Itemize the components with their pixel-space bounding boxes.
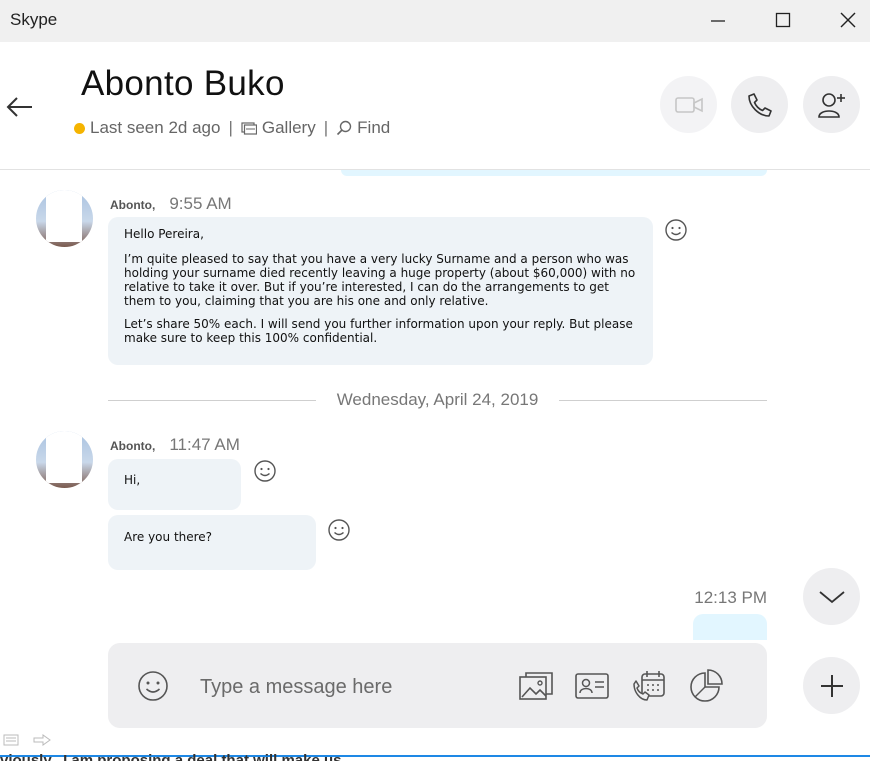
add-person-icon <box>817 92 845 118</box>
message-bubble[interactable]: Hi, <box>108 459 241 510</box>
search-icon <box>337 120 352 136</box>
find-label: Find <box>357 118 391 137</box>
overflow-text: viously.. I am proposing a deal that wil… <box>0 752 342 761</box>
bottom-left-icons <box>3 734 51 746</box>
avatar-redaction <box>46 190 82 242</box>
maximize-button[interactable] <box>768 6 798 34</box>
sender-name: Abonto, <box>110 439 156 453</box>
bottom-strip: viously.. I am proposing a deal that wil… <box>0 750 870 761</box>
back-arrow-icon <box>6 97 32 117</box>
video-camera-icon <box>674 96 703 113</box>
close-button[interactable] <box>833 6 863 34</box>
chevron-down-icon <box>818 590 845 603</box>
send-image-icon[interactable] <box>518 669 554 703</box>
message-list[interactable]: Abonto, 9:55 AM Hello Pereira, I’m quite… <box>0 170 870 640</box>
add-reaction-icon[interactable] <box>664 218 688 242</box>
contact-name[interactable]: Abonto Buko <box>81 64 285 104</box>
separator: | <box>323 118 329 137</box>
gallery-link[interactable]: Gallery <box>241 118 316 138</box>
add-people-button[interactable] <box>803 76 860 133</box>
my-message-bubble[interactable] <box>693 614 767 640</box>
audio-call-button[interactable] <box>731 76 788 133</box>
avatar[interactable] <box>36 431 93 488</box>
back-button[interactable] <box>5 92 35 122</box>
title-bar: Skype <box>0 0 870 42</box>
add-reaction-icon[interactable] <box>253 459 277 483</box>
message-bubble[interactable]: Hello Pereira, I’m quite pleased to say … <box>108 217 653 365</box>
plus-icon <box>820 674 843 697</box>
message-input[interactable] <box>198 671 492 703</box>
forward-icon[interactable] <box>33 734 51 746</box>
divider-line <box>559 400 767 401</box>
add-reaction-icon[interactable] <box>327 518 351 542</box>
minimize-icon <box>711 20 725 22</box>
message-composer <box>108 643 767 728</box>
separator: | <box>228 118 233 137</box>
away-status-icon <box>74 122 85 134</box>
message-meta: Abonto, 9:55 AM <box>110 194 232 214</box>
message-time: 11:47 AM <box>169 435 240 454</box>
date-divider: Wednesday, April 24, 2019 <box>108 389 767 413</box>
message-paragraph: Let’s share 50% each. I will send you fu… <box>124 317 633 345</box>
message-paragraph: Hello Pereira, <box>124 227 204 241</box>
poll-icon[interactable] <box>688 669 724 703</box>
avatar-redaction <box>46 431 82 483</box>
more-options-button[interactable] <box>803 657 860 714</box>
maximize-icon <box>775 12 791 28</box>
app-title: Skype <box>10 10 58 29</box>
minimize-button[interactable] <box>703 6 733 34</box>
message-bubble[interactable]: Are you there? <box>108 515 316 570</box>
message-time: 9:55 AM <box>169 194 232 213</box>
message-meta: Abonto, 11:47 AM <box>110 435 240 455</box>
send-contact-icon[interactable] <box>574 669 610 703</box>
emoji-icon[interactable] <box>136 669 170 703</box>
last-seen-text: Last seen 2d ago <box>90 118 221 137</box>
video-call-button[interactable] <box>660 76 717 133</box>
phone-icon <box>747 92 772 117</box>
message-text: Are you there? <box>124 530 213 544</box>
last-seen: Last seen 2d ago <box>74 118 220 138</box>
gallery-icon <box>241 122 257 135</box>
notes-icon[interactable] <box>3 734 19 746</box>
message-paragraph: I’m quite pleased to say that you have a… <box>124 252 636 308</box>
close-icon <box>840 12 856 28</box>
message-text: Hi, <box>124 473 141 487</box>
avatar[interactable] <box>36 190 93 247</box>
find-link[interactable]: Find <box>336 118 390 138</box>
header-subline: Last seen 2d ago | Gallery | Find <box>74 118 390 138</box>
gallery-label: Gallery <box>261 118 316 137</box>
previous-message-bubble <box>341 170 767 176</box>
my-message-time: 12:13 PM <box>694 588 767 607</box>
scroll-to-bottom-button[interactable] <box>803 568 860 625</box>
sender-name: Abonto, <box>110 198 156 212</box>
schedule-call-icon[interactable] <box>632 669 668 703</box>
conversation-header: Abonto Buko Last seen 2d ago | Gallery |… <box>0 42 870 170</box>
